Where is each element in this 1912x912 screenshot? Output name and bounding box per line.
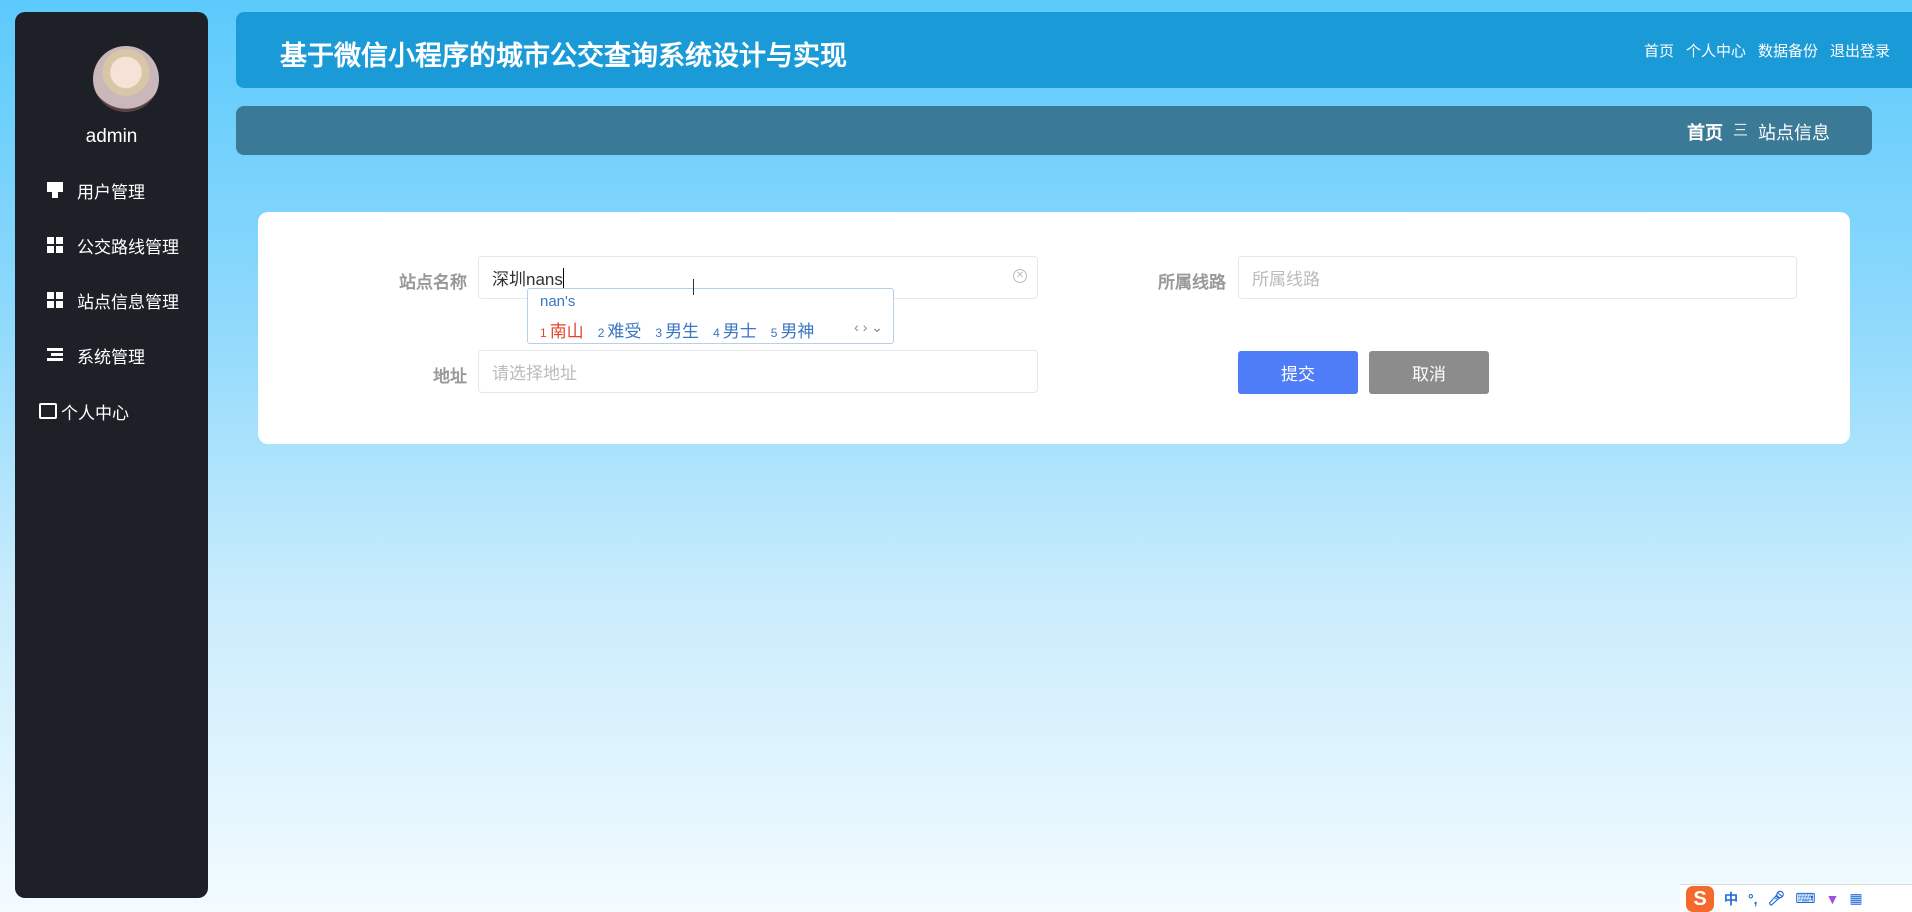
ime-candidate[interactable]: 1 南山: [540, 317, 584, 342]
sidebar-item-label: 系统管理: [77, 347, 145, 367]
sidebar-item-label: 站点信息管理: [77, 292, 179, 312]
ime-candidate-popup: nan's 1 南山 2 难受 3 男生 4 男士 5 男神 ‹ › ⌄: [527, 288, 894, 344]
ime-mode-toggle[interactable]: 中: [1724, 889, 1738, 909]
grid-icon: [47, 292, 63, 308]
punctuation-toggle[interactable]: °,: [1748, 891, 1758, 907]
text-cursor-icon: [693, 279, 694, 295]
sidebar-item-label: 公交路线管理: [77, 237, 179, 257]
address-input[interactable]: 请选择地址: [478, 350, 1038, 393]
ime-pinyin: nan's: [540, 293, 576, 310]
cancel-button[interactable]: 取消: [1369, 351, 1489, 394]
card-icon: [39, 403, 57, 419]
ime-toolbar: S 中 °, 🎤︎ ⌨ ▼ ▦: [1680, 884, 1912, 912]
breadcrumb-separator: 三: [1732, 122, 1748, 139]
list-icon: [47, 347, 63, 363]
sidebar-item-route-management[interactable]: 公交路线管理: [15, 230, 208, 260]
sidebar: admin 用户管理 公交路线管理 站点信息管理 系统管理 个人中心: [15, 12, 208, 898]
skin-icon[interactable]: ▼: [1826, 891, 1840, 907]
mic-icon[interactable]: 🎤︎: [1768, 890, 1786, 907]
nav-link-logout[interactable]: 退出登录: [1830, 40, 1890, 61]
submit-button[interactable]: 提交: [1238, 351, 1358, 394]
user-manage-icon: [47, 182, 63, 198]
nav-link-home[interactable]: 首页: [1644, 40, 1674, 61]
nav-link-personal-center[interactable]: 个人中心: [1686, 40, 1746, 61]
ime-candidate[interactable]: 2 难受: [598, 317, 642, 342]
station-name-value: 深圳nans: [492, 270, 563, 289]
ime-candidate[interactable]: 5 男神: [771, 317, 815, 342]
route-input[interactable]: 所属线路: [1238, 256, 1797, 299]
keyboard-icon[interactable]: ⌨: [1795, 890, 1815, 907]
sidebar-item-station-management[interactable]: 站点信息管理: [15, 285, 208, 315]
apps-icon[interactable]: ▦: [1849, 890, 1862, 907]
header: 基于微信小程序的城市公交查询系统设计与实现 首页 个人中心 数据备份 退出登录: [236, 12, 1912, 88]
address-placeholder: 请选择地址: [492, 364, 577, 383]
address-label: 地址: [433, 367, 467, 386]
route-label: 所属线路: [1158, 273, 1226, 292]
ime-page-nav[interactable]: ‹ › ⌄: [854, 319, 883, 336]
username: admin: [85, 126, 138, 147]
ime-candidate[interactable]: 3 男生: [655, 317, 699, 342]
sidebar-item-user-management[interactable]: 用户管理: [15, 175, 208, 205]
avatar[interactable]: [93, 46, 159, 112]
sogou-logo-icon[interactable]: S: [1686, 885, 1714, 912]
nav-link-data-backup[interactable]: 数据备份: [1758, 40, 1818, 61]
sidebar-item-personal-center[interactable]: 个人中心: [15, 396, 208, 426]
breadcrumb-current: 站点信息: [1758, 123, 1830, 143]
route-placeholder: 所属线路: [1252, 270, 1320, 289]
breadcrumb-home[interactable]: 首页: [1687, 119, 1723, 145]
ime-candidate[interactable]: 4 男士: [713, 317, 757, 342]
station-name-label: 站点名称: [399, 273, 467, 292]
grid-icon: [47, 237, 63, 253]
form-card: [258, 212, 1850, 444]
sidebar-item-label: 个人中心: [61, 403, 129, 423]
page-title: 基于微信小程序的城市公交查询系统设计与实现: [280, 41, 847, 71]
sidebar-item-system-management[interactable]: 系统管理: [15, 340, 208, 370]
sidebar-item-label: 用户管理: [77, 182, 145, 202]
clear-icon[interactable]: ✕: [1013, 269, 1027, 283]
breadcrumb: 首页 三 站点信息: [236, 106, 1872, 155]
